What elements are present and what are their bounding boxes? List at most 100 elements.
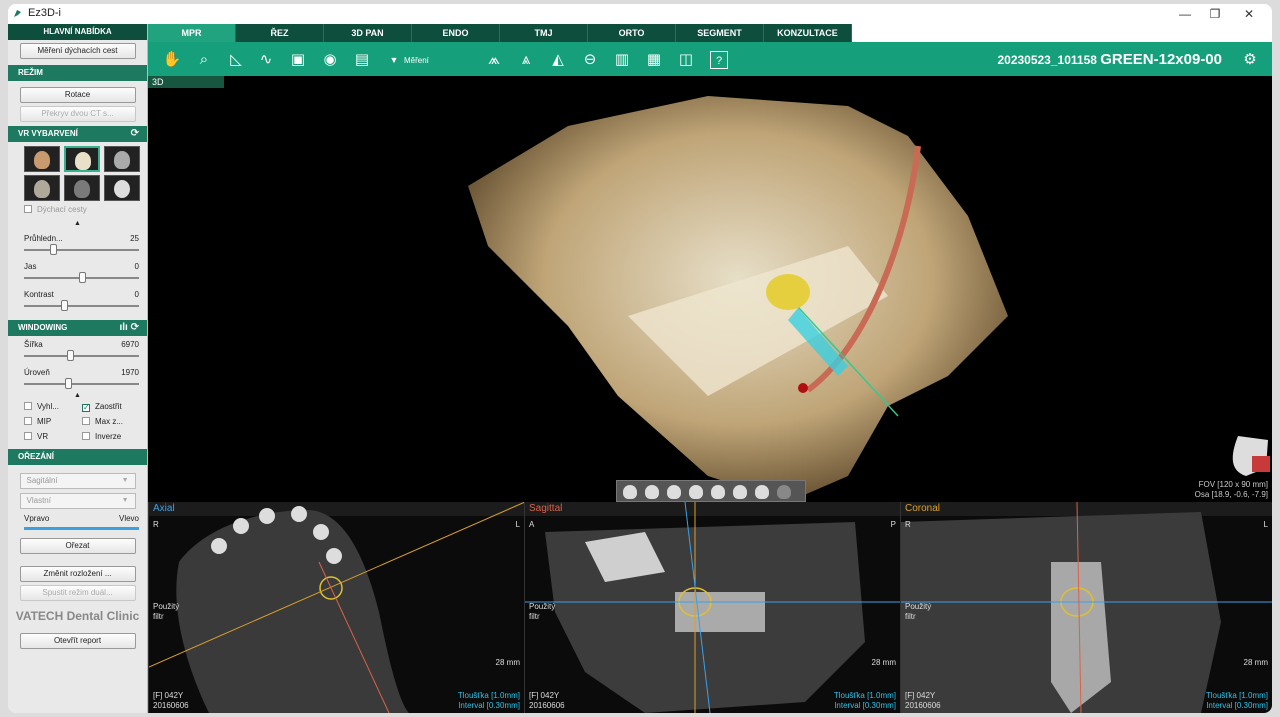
case-title: 20230523_101158 GREEN-12x09-00 bbox=[997, 51, 1222, 68]
chevron-down-icon: ▼ bbox=[121, 477, 129, 484]
circle-icon[interactable]: ⊖ bbox=[580, 51, 600, 69]
thickness-value: Tloušťka [1.0mm] bbox=[1205, 691, 1268, 700]
cube-icon[interactable]: ◫ bbox=[676, 51, 696, 69]
capture-icon[interactable]: ◉ bbox=[320, 51, 340, 69]
toolbar: ✋ ⌕ ◺ ∿ ▣ ◉ ▤ ▼ Měření ⩕ ⩓ ◭ ⊖ ▥ ▦ ◫ ? 2… bbox=[148, 42, 1272, 76]
tab-konzultace[interactable]: KONZULTACE bbox=[764, 24, 852, 42]
tab-endo[interactable]: ENDO bbox=[412, 24, 500, 42]
slider-thumb[interactable] bbox=[61, 300, 69, 311]
hand-icon[interactable]: ✋ bbox=[162, 51, 182, 69]
view-back-icon[interactable] bbox=[667, 485, 681, 499]
slider-thumb[interactable] bbox=[67, 350, 74, 361]
slider-thumb[interactable] bbox=[64, 378, 72, 389]
panel-sagittal[interactable]: Sagittal A P Použitý filtr 28 mm [F] 042… bbox=[524, 502, 900, 713]
vr-preset-2[interactable] bbox=[64, 146, 100, 172]
vr-preset-6[interactable] bbox=[104, 175, 140, 201]
tab-tmj[interactable]: TMJ bbox=[500, 24, 588, 42]
slider-thumb[interactable] bbox=[78, 272, 86, 283]
tab-rez[interactable]: ŘEZ bbox=[236, 24, 324, 42]
crop-plane-select[interactable]: Sagitální ▼ bbox=[19, 473, 136, 489]
brightness-label: Jas bbox=[24, 262, 37, 271]
ortho1-icon[interactable]: ⩕ bbox=[484, 51, 504, 69]
view-right-icon[interactable] bbox=[689, 485, 703, 499]
measure-label[interactable]: Měření bbox=[404, 56, 429, 65]
contrast-slider[interactable]: Kontrast 0 bbox=[8, 286, 147, 314]
option-checkbox[interactable]: Vyhl... bbox=[24, 402, 82, 417]
rotate-button[interactable]: Rotace bbox=[19, 87, 136, 103]
angle-icon[interactable]: ◺ bbox=[226, 51, 246, 69]
option-checkbox[interactable]: Max z... bbox=[82, 417, 140, 432]
vr-preset-3[interactable] bbox=[104, 146, 140, 172]
dual-mode-button[interactable]: Spustit režim duál... bbox=[19, 585, 136, 601]
view-left-icon[interactable] bbox=[645, 485, 659, 499]
vr-preset-1[interactable] bbox=[24, 146, 60, 172]
restore-icon[interactable]: ❐ bbox=[1200, 4, 1230, 24]
panel-coronal[interactable]: Coronal R L Použitý filtr 28 mm [F] 042Y… bbox=[900, 502, 1272, 713]
histogram-icon[interactable]: ılı ⟳ bbox=[120, 320, 140, 336]
slider-thumb[interactable] bbox=[49, 244, 57, 255]
caret-icon[interactable]: ▼ bbox=[384, 51, 404, 69]
level-slider[interactable]: Úroveň 1970 bbox=[8, 364, 147, 392]
brightness-slider[interactable]: Jas 0 bbox=[8, 258, 147, 286]
view-oblique-icon[interactable] bbox=[755, 485, 769, 499]
collapse-icon[interactable]: ▲ bbox=[8, 392, 147, 402]
collapse-icon[interactable]: ▲ bbox=[8, 220, 147, 230]
zoom-icon[interactable]: ⌕ bbox=[194, 51, 214, 69]
layout-icon[interactable]: ▦ bbox=[644, 51, 664, 69]
vr-preset-5[interactable] bbox=[64, 175, 100, 201]
main-menu-header[interactable]: HLAVNÍ NABÍDKA bbox=[8, 24, 147, 40]
change-layout-button[interactable]: Změnit rozložení ... bbox=[19, 566, 136, 582]
tab-3d-pan[interactable]: 3D PAN bbox=[324, 24, 412, 42]
slice-info: Tloušťka [1.0mm] Interval [0.30mm] bbox=[458, 691, 520, 711]
ortho2-icon[interactable]: ⩓ bbox=[516, 51, 536, 69]
slice-info: Tloušťka [1.0mm] Interval [0.30mm] bbox=[1206, 691, 1268, 711]
help-icon[interactable]: ? bbox=[710, 51, 728, 69]
crop-range[interactable]: Vpravo Vlevo bbox=[8, 513, 147, 535]
minimize-icon[interactable]: — bbox=[1170, 4, 1200, 24]
width-slider[interactable]: Šířka 6970 bbox=[8, 336, 147, 364]
open-report-button[interactable]: Otevřít report bbox=[19, 633, 136, 649]
tab-mpr[interactable]: MPR bbox=[148, 24, 236, 42]
patient-info: [F] 042Y 20160606 bbox=[905, 691, 941, 711]
option-checkbox[interactable]: Inverze bbox=[82, 432, 140, 447]
view-front-icon[interactable] bbox=[623, 485, 637, 499]
camera-icon[interactable]: ▣ bbox=[288, 51, 308, 69]
option-checkbox[interactable]: VR bbox=[24, 432, 82, 447]
overlay-ct-button[interactable]: Překryv dvou CT s... bbox=[19, 106, 136, 122]
tab-segment[interactable]: SEGMENT bbox=[676, 24, 764, 42]
airway-measure-button[interactable]: Měření dýchacích cest bbox=[19, 43, 136, 59]
curve-icon[interactable]: ∿ bbox=[256, 51, 276, 69]
settings-icon[interactable]: ⚙ bbox=[1240, 51, 1260, 69]
tab-orto[interactable]: ORTO bbox=[588, 24, 676, 42]
crop-header: OŘEZÁNÍ bbox=[8, 449, 147, 465]
option-label: Zaostřit bbox=[95, 402, 122, 411]
view-top-icon[interactable] bbox=[711, 485, 725, 499]
viewport-3d[interactable]: 3D FOV [120 x 90 mm] Osa [18.9, -0.6, -7… bbox=[148, 76, 1272, 502]
level-label: Úroveň bbox=[24, 368, 50, 377]
orientation-left: A bbox=[529, 520, 535, 529]
transparency-slider[interactable]: Průhledn... 25 bbox=[8, 230, 147, 258]
panel-axial[interactable]: Axial R L Použitý filtr 28 mm [F] 042Y 20… bbox=[148, 502, 524, 713]
level-value: 1970 bbox=[121, 368, 139, 377]
image-icon[interactable]: ▥ bbox=[612, 51, 632, 69]
sidebar: HLAVNÍ NABÍDKA Měření dýchacích cest REŽ… bbox=[8, 24, 148, 713]
refresh-icon[interactable]: ⟳ bbox=[131, 126, 139, 142]
vr-preset-4[interactable] bbox=[24, 175, 60, 201]
crop-button[interactable]: Ořezat bbox=[19, 538, 136, 554]
left-label: Vlevo bbox=[118, 514, 139, 523]
filter-note: Použitý filtr bbox=[905, 602, 932, 621]
view-bottom-icon[interactable] bbox=[733, 485, 747, 499]
option-checkbox[interactable]: ✓ Zaostřit bbox=[82, 402, 140, 417]
render-control-bar bbox=[616, 480, 806, 502]
option-checkbox[interactable]: MIP bbox=[24, 417, 82, 432]
airway-checkbox[interactable]: Dýchací cesty bbox=[8, 205, 147, 220]
thickness-value: Tloušťka [1.0mm] bbox=[457, 691, 520, 700]
width-value: 6970 bbox=[121, 340, 139, 349]
print-icon[interactable]: ▤ bbox=[352, 51, 372, 69]
bite-icon[interactable]: ◭ bbox=[548, 51, 568, 69]
window-title: Ez3D-i bbox=[28, 7, 62, 19]
windowing-header: WINDOWING ılı ⟳ bbox=[8, 320, 147, 336]
rotate-icon[interactable] bbox=[777, 485, 791, 499]
close-icon[interactable]: ✕ bbox=[1234, 4, 1264, 24]
crop-mode-select[interactable]: Vlastní ▼ bbox=[19, 493, 136, 509]
